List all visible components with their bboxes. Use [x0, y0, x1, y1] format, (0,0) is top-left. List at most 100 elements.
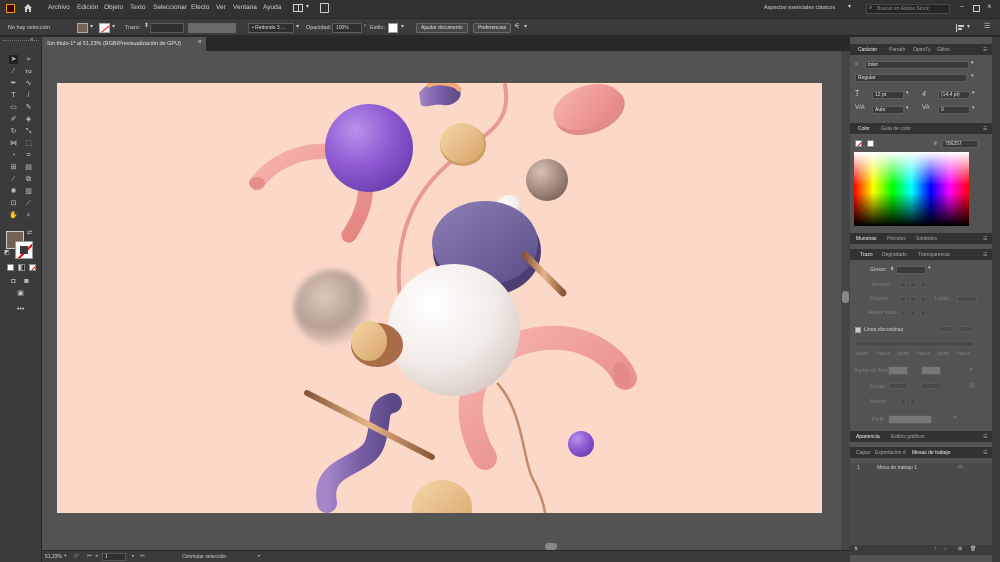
paintbrush-icon[interactable]: ✎: [24, 103, 33, 112]
chevron-down-icon[interactable]: ▾: [64, 553, 67, 559]
panel-menu-icon[interactable]: ☰: [983, 236, 987, 242]
tab-gradient[interactable]: Degradado: [882, 252, 907, 258]
opacity-field[interactable]: 100%: [332, 23, 362, 33]
style-swatch[interactable]: [388, 23, 398, 33]
menu-archivo[interactable]: Archivo: [48, 4, 70, 11]
menu-seleccionar[interactable]: Seleccionar: [153, 4, 187, 11]
link-icon[interactable]: ⛓: [969, 383, 975, 389]
profile-field[interactable]: [888, 415, 932, 424]
gradient-mode-icon[interactable]: [18, 264, 25, 271]
gradient-tool-icon[interactable]: ▤: [24, 163, 33, 172]
slice-tool-icon[interactable]: ⟋: [24, 199, 33, 208]
search-field[interactable]: ⌕ Buscar en Adobe Stock: [866, 4, 950, 14]
pen-tool-icon[interactable]: ✒: [9, 79, 18, 88]
free-transform-icon[interactable]: ⬚: [24, 139, 33, 148]
scale-tool-icon[interactable]: ⤡: [24, 127, 33, 136]
cap-option[interactable]: [910, 282, 916, 288]
menu-ventana[interactable]: Ventana: [233, 4, 257, 11]
chevron-down-icon[interactable]: ▾: [90, 23, 93, 30]
lasso-icon[interactable]: ᔓ: [24, 67, 33, 76]
flip-icon[interactable]: ⇆: [953, 415, 957, 421]
collapse-icon[interactable]: «: [30, 37, 33, 43]
brush-definition[interactable]: • Redondo 3 ...: [248, 23, 294, 33]
hand-tool-icon[interactable]: ✋: [9, 211, 18, 220]
color-fill-swatch[interactable]: [855, 140, 862, 147]
chevron-down-icon[interactable]: ▾: [848, 3, 851, 10]
shape-builder-icon[interactable]: ◔: [9, 151, 18, 160]
curvature-tool-icon[interactable]: ∿: [24, 79, 33, 88]
artboard-options-icon[interactable]: ▭: [958, 464, 963, 470]
align-option[interactable]: [910, 310, 916, 316]
artboard-tool-icon[interactable]: ⊡: [9, 199, 18, 208]
first-artboard-icon[interactable]: ⏮: [87, 553, 92, 559]
vertical-scroll-thumb[interactable]: [842, 291, 849, 303]
stroke-color-box[interactable]: [15, 241, 33, 259]
rectangle-tool-icon[interactable]: ▭: [9, 103, 18, 112]
fill-swatch[interactable]: [77, 23, 88, 33]
screen-mode-icon[interactable]: ▣: [16, 289, 25, 298]
chevron-down-icon[interactable]: ▾: [972, 105, 975, 111]
draw-behind-icon[interactable]: ◙: [22, 277, 31, 286]
chevron-down-icon[interactable]: ▾: [112, 23, 115, 30]
stroke-weight-field[interactable]: [150, 23, 184, 33]
tab-artboards[interactable]: Mesas de trabajo: [912, 450, 950, 456]
tab-color-guide[interactable]: Guía de color: [881, 126, 911, 132]
toolbar-grip[interactable]: [3, 40, 39, 43]
mesh-tool-icon[interactable]: ⊞: [9, 163, 18, 172]
minimize-icon[interactable]: –: [960, 3, 964, 10]
tab-symbols[interactable]: Símbolos: [916, 236, 937, 242]
chevron-down-icon[interactable]: ▾: [524, 23, 527, 30]
chevron-right-icon[interactable]: ›: [364, 23, 366, 29]
dashed-line-checkbox[interactable]: [855, 327, 861, 333]
dash-field[interactable]: [855, 341, 975, 347]
artboard[interactable]: [57, 83, 822, 513]
panel-menu-icon[interactable]: ☰: [983, 47, 987, 53]
zoom-tool-icon[interactable]: ⌕: [24, 211, 33, 220]
stepper-icon[interactable]: ⬍: [890, 266, 894, 272]
width-tool-icon[interactable]: ⋈: [9, 139, 18, 148]
chevron-down-icon[interactable]: ▾: [971, 73, 974, 79]
tracking-field[interactable]: 0: [938, 106, 970, 114]
kerning-field[interactable]: Auto: [872, 106, 904, 114]
color-spectrum[interactable]: [854, 152, 969, 226]
artboard-number-field[interactable]: 1: [102, 553, 126, 561]
scale-field-start[interactable]: [888, 383, 908, 389]
move-down-icon[interactable]: ↓: [944, 546, 947, 552]
panel-menu-icon[interactable]: ☰: [983, 126, 987, 132]
tab-graphic-styles[interactable]: Estilos gráficos: [891, 434, 925, 440]
symbol-sprayer-icon[interactable]: ✺: [9, 187, 18, 196]
rotation-angle[interactable]: 0°: [74, 554, 79, 560]
document-tab[interactable]: Sin título-1* al 51,23% (RGB/Previsualiz…: [42, 37, 206, 51]
shaper-tool-icon[interactable]: ✐: [9, 115, 18, 124]
rotate-tool-icon[interactable]: ↻: [9, 127, 18, 136]
color-stroke-swatch[interactable]: [867, 140, 874, 147]
next-artboard-icon[interactable]: ▸: [132, 553, 135, 559]
chevron-down-icon[interactable]: ▾: [306, 3, 309, 10]
stroke-swatch[interactable]: [99, 23, 110, 33]
stroke-weight-field[interactable]: [896, 266, 926, 274]
status-arrow-icon[interactable]: ▸: [258, 553, 261, 559]
leading-field[interactable]: (14,4 pt): [938, 91, 970, 99]
align-option[interactable]: [900, 310, 906, 316]
dash-preset[interactable]: [938, 326, 954, 332]
menu-objeto[interactable]: Objeto: [104, 4, 123, 11]
move-up-icon[interactable]: ↑: [934, 546, 937, 552]
direct-selection-tool-icon[interactable]: ➢: [24, 55, 33, 64]
zoom-level[interactable]: 51,23%: [45, 554, 62, 560]
tab-opentype[interactable]: OpenTy.: [913, 47, 932, 53]
font-style-field[interactable]: Regular: [855, 74, 967, 82]
canvas-workspace[interactable]: [42, 51, 850, 550]
horizontal-scroll-thumb[interactable]: [545, 543, 557, 550]
arrowhead-start[interactable]: [888, 366, 908, 375]
swap-arrows-icon[interactable]: ⇄: [969, 367, 973, 373]
panel-menu-icon[interactable]: ☰: [984, 22, 990, 30]
perspective-grid-icon[interactable]: ⌗: [24, 151, 33, 160]
cap-option[interactable]: [920, 282, 926, 288]
font-size-field[interactable]: 12 pt: [872, 91, 904, 99]
artboard-list-item[interactable]: 1 Mesa de trabajo 1 ▭: [850, 463, 992, 473]
menu-efecto[interactable]: Efecto: [191, 4, 209, 11]
panel-menu-icon[interactable]: ☰: [983, 434, 987, 440]
tab-brushes[interactable]: Pinceles: [887, 236, 906, 242]
close-tab-icon[interactable]: ×: [198, 39, 202, 46]
panel-menu-icon[interactable]: ☰: [983, 252, 987, 258]
